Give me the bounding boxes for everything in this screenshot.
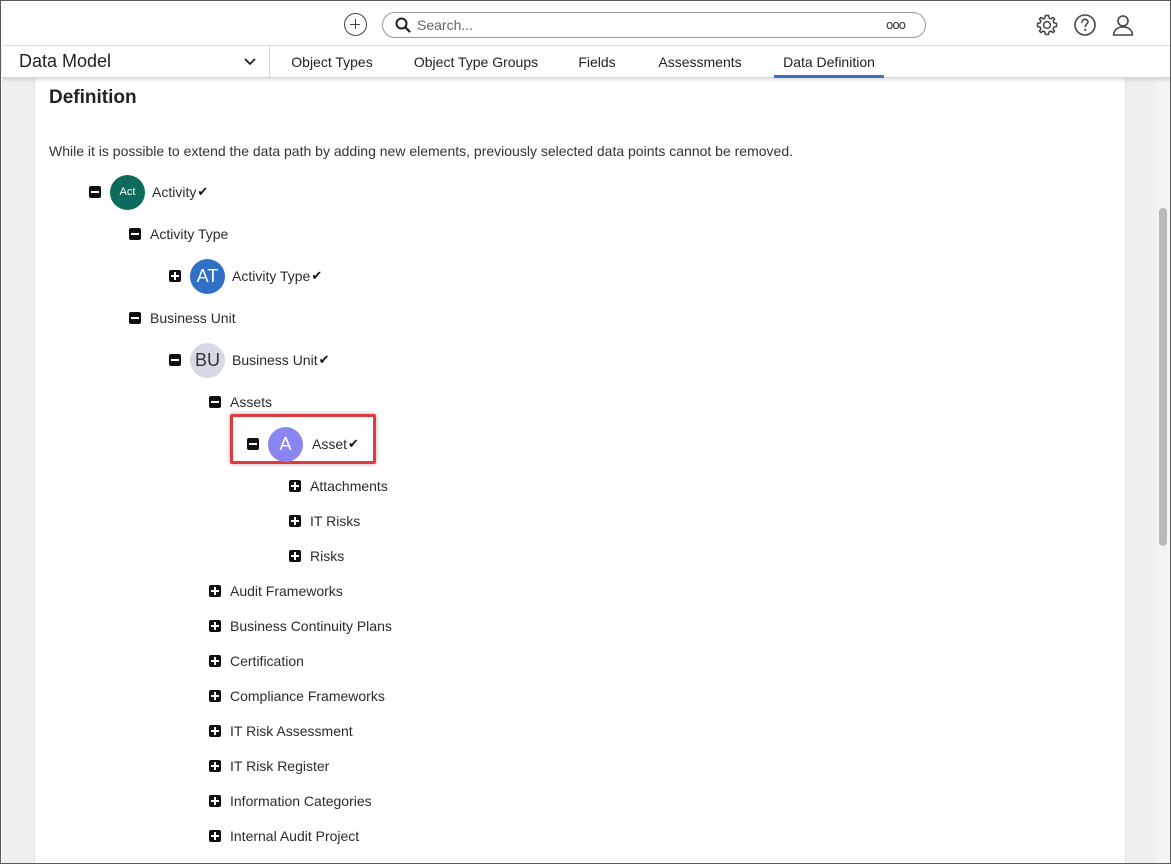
tree-node-label: Activity <box>152 184 197 200</box>
tab-object-types[interactable]: Object Types <box>283 46 381 78</box>
top-bar: ooo <box>2 2 1170 46</box>
collapse-icon[interactable] <box>209 396 221 408</box>
module-selector[interactable]: Data Model <box>2 46 270 78</box>
definition-note: While it is possible to extend the data … <box>49 143 794 159</box>
tree-node-business-continuity-plans: Business Continuity Plans <box>209 611 392 641</box>
tab-object-type-groups[interactable]: Object Type Groups <box>407 46 545 78</box>
tree-node-label: Internal Audit Project <box>230 828 360 844</box>
check-icon: ✔ <box>348 436 359 452</box>
tree-node-label: Activity Type <box>232 268 311 284</box>
object-avatar: BU <box>190 342 225 378</box>
module-label: Data Model <box>19 51 112 71</box>
search-options-button[interactable]: ooo <box>886 18 906 32</box>
collapse-icon[interactable] <box>89 186 101 198</box>
tab-assessments[interactable]: Assessments <box>650 46 750 78</box>
check-icon: ✔ <box>318 352 330 368</box>
tab-data-definition[interactable]: Data Definition <box>774 46 884 78</box>
collapse-icon[interactable] <box>247 438 259 450</box>
expand-icon[interactable] <box>209 620 221 632</box>
tree-node-risks: Risks <box>289 541 344 571</box>
scrollbar-thumb[interactable] <box>1159 208 1167 546</box>
tree-node-label: Business Unit <box>232 352 318 368</box>
tree-node-label: IT Risk Assessment <box>230 723 353 739</box>
search-icon <box>395 17 411 33</box>
section-title: Definition <box>49 87 137 108</box>
tree-node-it-risk-assessment: IT Risk Assessment <box>209 716 353 746</box>
user-icon[interactable] <box>1111 13 1135 37</box>
tree-node-label: Compliance Frameworks <box>230 688 385 704</box>
app-window: ooo Data Model Object Types Object Type … <box>0 0 1171 864</box>
expand-icon[interactable] <box>289 515 301 527</box>
tree-node-label: Certification <box>230 653 304 669</box>
collapse-icon[interactable] <box>129 228 141 240</box>
expand-icon[interactable] <box>209 830 221 842</box>
global-search[interactable]: ooo <box>382 12 926 38</box>
tree-node-activity: Act Activity ✔ <box>89 174 209 210</box>
vertical-scrollbar[interactable] <box>1156 78 1170 863</box>
tree-node-label: Business Unit <box>150 310 236 326</box>
tree-node-information-categories: Information Categories <box>209 786 372 816</box>
tree-node-label: Information Categories <box>230 793 372 809</box>
chevron-down-icon <box>244 58 256 65</box>
expand-icon[interactable] <box>289 550 301 562</box>
expand-icon[interactable] <box>209 585 221 597</box>
tree-node-asset: A Asset ✔ <box>247 426 359 462</box>
collapse-icon[interactable] <box>129 312 141 324</box>
check-icon: ✔ <box>311 268 323 284</box>
tree-node-label: Business Continuity Plans <box>230 618 392 634</box>
tree-node-label: Asset <box>312 436 348 452</box>
expand-icon[interactable] <box>289 480 301 492</box>
tree-node-certification: Certification <box>209 646 304 676</box>
tree-node-label: Attachments <box>310 478 388 494</box>
tree-node-label: Activity Type <box>150 226 229 242</box>
tree-node-internal-audit-project: Internal Audit Project <box>209 821 359 851</box>
object-avatar: Act <box>110 174 145 210</box>
tree-node-label: IT Risk Register <box>230 758 330 774</box>
help-icon[interactable] <box>1073 13 1097 37</box>
tree-node-it-risks: IT Risks <box>289 506 360 536</box>
object-avatar: AT <box>190 258 225 294</box>
expand-icon[interactable] <box>209 725 221 737</box>
tab-fields[interactable]: Fields <box>570 46 624 78</box>
expand-icon[interactable] <box>169 270 181 282</box>
expand-icon[interactable] <box>209 655 221 667</box>
expand-icon[interactable] <box>209 760 221 772</box>
check-icon: ✔ <box>197 184 209 200</box>
tree-node-attachments: Attachments <box>289 471 388 501</box>
collapse-icon[interactable] <box>169 354 181 366</box>
navigation-bar: Data Model Object Types Object Type Grou… <box>2 46 1170 78</box>
object-avatar: A <box>268 426 303 462</box>
expand-icon[interactable] <box>209 690 221 702</box>
search-input[interactable] <box>417 15 847 35</box>
tree-node-activity-type: AT Activity Type ✔ <box>169 258 323 294</box>
tree-node-label: Audit Frameworks <box>230 583 343 599</box>
tree-node-label: Risks <box>310 548 345 564</box>
tree-node-compliance-frameworks: Compliance Frameworks <box>209 681 385 711</box>
expand-icon[interactable] <box>209 795 221 807</box>
tree-node-activity-type-relation: Activity Type <box>129 219 228 249</box>
tree-node-label: Assets <box>230 394 273 410</box>
tree-node-business-unit-relation: Business Unit <box>129 303 236 333</box>
gear-icon[interactable] <box>1035 13 1059 37</box>
tree-node-label: IT Risks <box>310 513 361 529</box>
tree-node-assets-relation: Assets <box>209 387 272 417</box>
add-new-plus-circle-icon[interactable] <box>344 13 367 36</box>
tree-node-audit-frameworks: Audit Frameworks <box>209 576 343 606</box>
tree-node-business-unit: BU Business Unit ✔ <box>169 342 330 378</box>
tree-node-it-risk-register: IT Risk Register <box>209 751 329 781</box>
